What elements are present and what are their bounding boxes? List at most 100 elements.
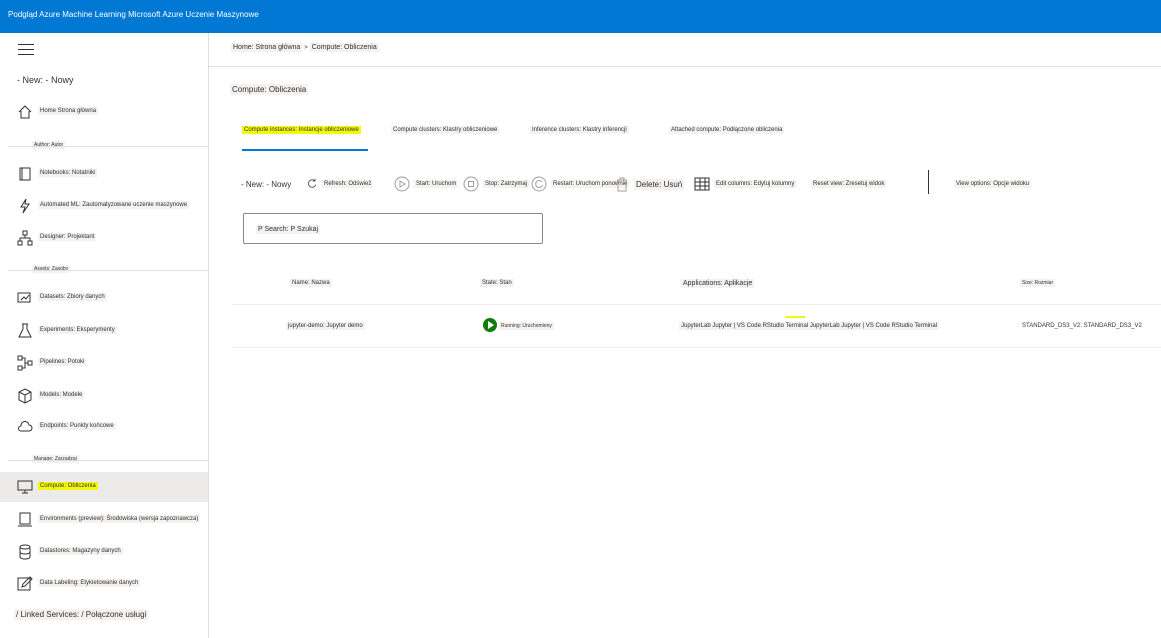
sidebar-item-notebooks[interactable]: Notebooks: Notatniki: [0, 159, 208, 189]
sidebar-item-datasets[interactable]: Datasets: Zbiory danych: [0, 283, 208, 313]
reset-view-label: Reset view: Zresetuj widok: [811, 180, 887, 188]
view-options-label: View options: Opcje widoku: [954, 180, 1032, 188]
sidebar-item-labeling[interactable]: Data Labeling: Etykietowanie danych: [0, 569, 208, 599]
cloud-icon: [18, 421, 33, 432]
sidebar-item-home[interactable]: Home Strona główna: [0, 97, 208, 127]
refresh-button[interactable]: Refresh: Odśwież: [306, 176, 374, 192]
sidebar-item-automl[interactable]: Automated ML: Zautomatyzowane uczenie ma…: [0, 191, 208, 221]
divider: [8, 146, 208, 147]
sidebar-item-environments[interactable]: Environments (preview): Środowiska (wers…: [0, 505, 208, 535]
divider: [8, 270, 208, 271]
restart-icon: [531, 176, 547, 192]
section-header-author: Author: Autor: [32, 141, 66, 149]
stop-icon: [463, 176, 479, 192]
column-header-state[interactable]: State: Stan: [480, 279, 514, 287]
environment-icon: [18, 512, 32, 527]
hamburger-menu-icon[interactable]: [18, 44, 34, 55]
sidebar: - New: - Nowy Home Strona główna Author:…: [0, 33, 209, 638]
breadcrumb-current: Compute: Obliczenia: [309, 43, 379, 52]
section-header-assets: Assets: Zasoby: [32, 265, 71, 273]
new-button[interactable]: - New: - Nowy: [17, 75, 74, 85]
start-label: Start: Uruchom: [414, 180, 459, 188]
stop-label: Stop: Zatrzymaj: [483, 180, 530, 188]
column-header-applications[interactable]: Applications: Aplikacje: [681, 279, 755, 288]
sidebar-item-linked-services[interactable]: / Linked Services: / Połączone usługi: [14, 609, 149, 620]
sidebar-item-pipelines[interactable]: Pipelines: Potoki: [0, 348, 208, 378]
sidebar-item-endpoints[interactable]: Endpoints: Punkty końcowe: [0, 412, 208, 442]
monitor-icon: [17, 480, 33, 494]
sidebar-item-label: Notebooks: Notatniki: [38, 169, 98, 177]
table-row-divider: [232, 347, 1161, 348]
main-content: Home: Strona główna > Compute: Obliczeni…: [209, 33, 1161, 638]
section-header-manage: Manage: Zarządzaj: [32, 455, 79, 463]
divider: [8, 460, 208, 461]
new-compute-button[interactable]: - New: - Nowy: [241, 176, 291, 192]
sidebar-item-datastores[interactable]: Datastores: Magazyny danych: [0, 537, 208, 567]
edit-columns-button[interactable]: Edit columns: Edytuj kolumny: [694, 176, 797, 192]
view-options-button[interactable]: View options: Opcje widoku: [954, 176, 1032, 192]
tab-compute-clusters[interactable]: Compute clusters: Klastry obliczeniowe: [391, 126, 500, 134]
active-tab-indicator: [242, 149, 368, 151]
delete-label: Delete: Usuń: [634, 178, 685, 190]
designer-icon: [17, 230, 33, 246]
sidebar-item-experiments[interactable]: Experiments: Eksperymenty: [0, 316, 208, 346]
breadcrumb: Home: Strona główna > Compute: Obliczeni…: [231, 43, 379, 52]
delete-button[interactable]: Delete: Usuń: [614, 176, 685, 192]
sidebar-item-label: Compute: Obliczenia: [38, 482, 98, 490]
breadcrumb-separator: >: [304, 45, 308, 51]
columns-icon: [694, 177, 710, 191]
breadcrumb-home[interactable]: Home: Strona główna: [231, 43, 303, 52]
database-icon: [19, 544, 31, 560]
cube-icon: [18, 388, 32, 404]
tab-inference-clusters[interactable]: Inference clusters: Klastry inferencji: [530, 126, 629, 134]
cell-applications[interactable]: JupyterLab Jupyter | VS Code RStudio Ter…: [679, 322, 940, 330]
lightning-icon: [20, 198, 30, 214]
refresh-icon: [308, 178, 317, 188]
edit-columns-label: Edit columns: Edytuj kolumny: [714, 180, 797, 188]
divider: [209, 66, 1161, 67]
sidebar-item-label: Home Strona główna: [38, 107, 99, 115]
toolbar-separator: [928, 170, 929, 194]
column-header-size[interactable]: Size: Rozmiar: [1020, 279, 1056, 287]
sidebar-item-label: Models: Modele: [38, 391, 85, 399]
sidebar-item-label: Datasets: Zbiory danych: [38, 293, 107, 301]
column-header-name[interactable]: Name: Nazwa: [290, 279, 332, 287]
cell-size: STANDARD_DS3_V2: STANDARD_DS3_V2: [1020, 322, 1144, 330]
notebook-icon: [19, 167, 31, 181]
pipeline-icon: [17, 355, 33, 371]
sidebar-item-label: Automated ML: Zautomatyzowane uczenie ma…: [38, 201, 190, 209]
search-input[interactable]: P Search: P Szukaj: [256, 225, 321, 234]
sidebar-item-label: Endpoints: Punkty końcowe: [38, 422, 116, 430]
sidebar-item-models[interactable]: Models: Modele: [0, 381, 208, 411]
sidebar-item-label: Experiments: Eksperymenty: [38, 326, 117, 334]
refresh-label: Refresh: Odśwież: [322, 180, 374, 188]
new-compute-label: - New: - Nowy: [241, 179, 292, 189]
page-title: Compute: Obliczenia: [230, 84, 309, 95]
sidebar-item-label: Environments (preview): Środowiska (wers…: [38, 515, 201, 523]
cell-state: Running: Uruchomiony: [499, 322, 554, 330]
reset-view-button[interactable]: Reset view: Zresetuj widok: [811, 176, 887, 192]
table-header-divider: [232, 304, 1161, 305]
stop-button[interactable]: Stop: Zatrzymaj: [463, 176, 530, 192]
top-bar: Podgląd Azure Machine Learning Microsoft…: [0, 0, 1161, 33]
cell-name-link[interactable]: jupyter-demo: Jupyter demo: [286, 322, 365, 330]
running-status-icon: [483, 318, 497, 332]
trash-icon: [617, 177, 627, 192]
search-box[interactable]: P Search: P Szukaj: [243, 213, 543, 244]
dataset-icon: [17, 292, 31, 303]
flask-icon: [18, 323, 32, 338]
sidebar-item-label: Datastores: Magazyny danych: [38, 547, 123, 555]
app-title: Podgląd Azure Machine Learning Microsoft…: [8, 10, 259, 19]
home-icon: [18, 105, 32, 119]
sidebar-item-label: Pipelines: Potoki: [38, 358, 87, 366]
start-button[interactable]: Start: Uruchom: [394, 176, 459, 192]
edit-icon: [17, 576, 33, 591]
sidebar-item-label: Data Labeling: Etykietowanie danych: [38, 579, 141, 587]
tab-attached-compute[interactable]: Attached compute: Podłączone obliczenia: [669, 126, 785, 134]
sidebar-item-label: Designer: Projektant: [38, 233, 97, 241]
sidebar-item-compute[interactable]: Compute: Obliczenia: [0, 472, 208, 502]
sidebar-item-designer[interactable]: Designer: Projektant: [0, 223, 208, 253]
play-icon: [394, 176, 410, 192]
tab-compute-instances[interactable]: Compute instances: Instancje obliczeniow…: [242, 126, 361, 134]
highlight-mark: [785, 316, 805, 318]
